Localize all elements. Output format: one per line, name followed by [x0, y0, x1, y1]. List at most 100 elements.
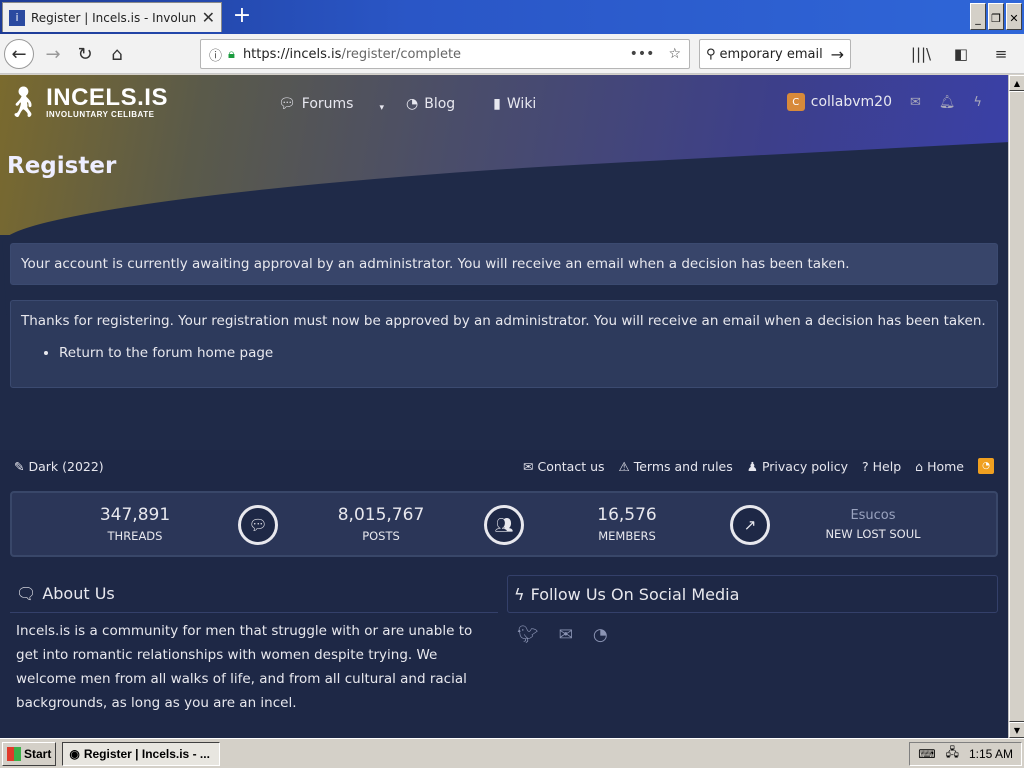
back-button[interactable]: ← [4, 39, 34, 69]
logo-name: INCELS.IS [46, 84, 168, 111]
user-nav: C collabvm20 ✉ 🔔︎ ϟ [786, 93, 982, 111]
stat-members: 16,576 MEMBERS ↗ [504, 493, 770, 555]
book-icon: ▮ [493, 96, 501, 112]
stat-label: NEW LOST SOUL [825, 526, 921, 541]
nav-blog-label: Blog [424, 96, 456, 112]
help-link[interactable]: ? Help [862, 459, 901, 474]
tab-close-icon[interactable]: ✕ [202, 8, 215, 27]
logo-tagline: INVOLUNTARY CELIBATE [46, 110, 155, 119]
contact-link[interactable]: ✉ Contact us [523, 459, 605, 474]
chevron-down-icon[interactable]: ▾ [379, 103, 384, 113]
email-icon[interactable]: ✉ [559, 625, 573, 645]
system-tray: ⌨ 🖧︎ 1:15 AM [909, 741, 1022, 766]
url-path: /register/complete [341, 46, 462, 62]
help-label: Help [872, 458, 902, 474]
search-input[interactable]: ⚲ emporary email → [699, 39, 851, 69]
clock: 1:15 AM [968, 746, 1013, 761]
about-heading: 🗨︎ About Us [10, 575, 498, 613]
url-host: https://incels.is [242, 46, 342, 62]
nav-forums-label: Forums [301, 96, 354, 112]
terms-label: Terms and rules [633, 458, 733, 474]
question-icon: ? [862, 458, 869, 474]
social-heading: ϟ Follow Us On Social Media [507, 575, 998, 613]
terms-link[interactable]: ⚠ Terms and rules [619, 459, 733, 474]
nav-blog[interactable]: ◔ Blog [406, 95, 455, 113]
house-icon: ⌂ [915, 458, 924, 474]
warning-icon: ⚠ [618, 458, 630, 474]
stat-value: 16,576 [597, 505, 657, 525]
task-label: Register | Incels.is - ... [83, 746, 210, 761]
stat-newest-member[interactable]: Esucos NEW LOST SOUL [750, 493, 996, 555]
rss-icon[interactable]: ◔ [593, 625, 608, 645]
rss-feed-icon[interactable]: ◔ [978, 458, 994, 474]
site-logo[interactable]: 🚶︎ INCELS.IS INVOLUNTARY CELIBATE [4, 85, 168, 120]
sidebar-toggle-icon[interactable]: ◧ [946, 39, 976, 69]
forum-stats: 347,891 THREADS 💬︎ 8,015,767 POSTS 👥︎ 16… [10, 491, 998, 557]
username: collabvm20 [810, 94, 892, 110]
avatar: C [786, 93, 805, 111]
return-home-link[interactable]: Return to the forum home page [59, 345, 273, 361]
info-icon[interactable]: ⓘ [209, 45, 222, 64]
chart-line-icon: ↗ [730, 505, 770, 545]
browser-tab[interactable]: i Register | Incels.is - Involuntary Ce … [2, 2, 222, 32]
browser-titlebar: i Register | Incels.is - Involuntary Ce … [0, 0, 1024, 34]
about-title: About Us [42, 584, 115, 603]
bolt-icon[interactable]: ϟ [973, 95, 982, 110]
scroll-thumb[interactable] [1009, 91, 1024, 722]
stat-value: 347,891 [99, 505, 171, 525]
web-page: 🚶︎ INCELS.IS INVOLUNTARY CELIBATE 💬︎ For… [0, 75, 1008, 738]
about-section: 🗨︎ About Us Incels.is is a community for… [10, 575, 498, 721]
network-icon[interactable]: 🖧︎ [946, 743, 959, 764]
nav-forums[interactable]: 💬︎ Forums [278, 95, 353, 113]
tab-title: Register | Incels.is - Involuntary Ce [31, 10, 196, 25]
nav-wiki[interactable]: ▮ Wiki [493, 95, 536, 113]
page-actions-icon[interactable]: ••• [630, 46, 655, 62]
bookmark-star-icon[interactable]: ☆ [668, 46, 681, 62]
close-window-button[interactable]: ✕ [1006, 3, 1022, 30]
style-chooser[interactable]: ✎ Dark (2022) [14, 459, 104, 474]
reload-button[interactable]: ↻ [70, 39, 100, 69]
stat-label: THREADS [107, 529, 163, 543]
social-title: Follow Us On Social Media [530, 584, 740, 604]
main-nav: 💬︎ Forums ▾ ◔ Blog ▮ Wiki [278, 95, 574, 113]
url-bar[interactable]: ⓘ 🔒︎ https://incels.is /register/complet… [200, 39, 690, 69]
taskbar-firefox-window[interactable]: ◉ Register | Incels.is - ... [62, 741, 221, 766]
bell-icon[interactable]: 🔔︎ [939, 95, 956, 110]
stat-posts: 8,015,767 POSTS 👥︎ [258, 493, 524, 555]
forums-icon: 💬︎ [278, 96, 296, 112]
browser-navbar: ← → ↻ ⌂ ⓘ 🔒︎ https://incels.is /register… [0, 34, 1024, 74]
minimize-button[interactable]: _ [970, 3, 986, 30]
user-secret-icon: ♟ [746, 458, 758, 474]
privacy-link[interactable]: ♟ Privacy policy [747, 459, 848, 474]
keyboard-icon[interactable]: ⌨ [918, 747, 935, 761]
scroll-down-arrow-icon[interactable]: ▼ [1009, 722, 1024, 738]
library-icon[interactable]: |||\ [906, 39, 936, 69]
user-menu[interactable]: C collabvm20 [786, 93, 892, 111]
approval-notice: Your account is currently awaiting appro… [10, 243, 998, 285]
page-title: Register [7, 153, 117, 179]
scroll-up-arrow-icon[interactable]: ▲ [1009, 75, 1024, 91]
comments-icon: 💬︎ [238, 505, 278, 545]
social-section: ϟ Follow Us On Social Media 🐦︎ ✉ ◔ [507, 575, 998, 657]
contact-label: Contact us [537, 458, 605, 474]
new-tab-button[interactable]: + [230, 4, 254, 28]
bolt-icon: ϟ [514, 584, 525, 604]
page-scrollbar[interactable]: ▲ ▼ [1008, 75, 1024, 738]
search-go-icon[interactable]: → [831, 45, 844, 64]
home-button[interactable]: ⌂ [102, 39, 132, 69]
nav-wiki-label: Wiki [506, 96, 537, 112]
style-chooser-label: Dark (2022) [28, 458, 104, 474]
stat-label: MEMBERS [598, 529, 656, 543]
menu-icon[interactable]: ≡ [986, 39, 1016, 69]
twitter-icon[interactable]: 🐦︎ [517, 625, 539, 645]
stat-value: Esucos [850, 507, 896, 523]
logo-figure-icon: 🚶︎ [4, 85, 43, 120]
start-button[interactable]: Start [2, 741, 57, 766]
forward-button[interactable]: → [38, 39, 68, 69]
site-footer: ✎ Dark (2022) ✉ Contact us ⚠ Terms and rul… [0, 450, 1008, 738]
search-icon: ⚲ [706, 46, 716, 62]
inbox-icon[interactable]: ✉ [910, 95, 921, 110]
privacy-label: Privacy policy [761, 458, 848, 474]
home-link[interactable]: ⌂ Home [915, 459, 964, 474]
restore-button[interactable]: ❐ [988, 3, 1004, 30]
